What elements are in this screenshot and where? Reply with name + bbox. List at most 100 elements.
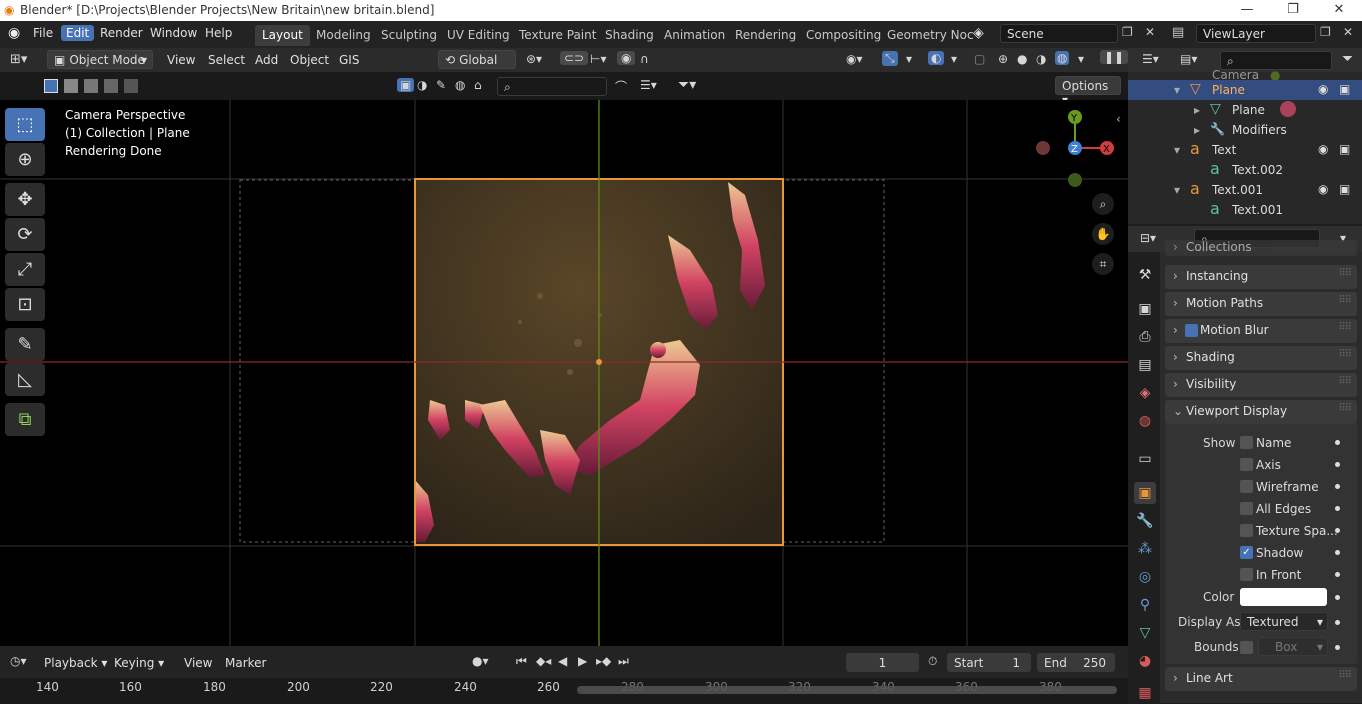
zoom-icon[interactable]: ⌕ <box>1092 193 1114 215</box>
motion-blur-checkbox[interactable] <box>1185 324 1198 337</box>
xray-icon[interactable]: ▢ <box>974 52 985 66</box>
shading-material-icon[interactable]: ◑ <box>1036 52 1046 66</box>
pivot-icon[interactable]: ⊛▾ <box>526 52 542 66</box>
3d-viewport[interactable]: Y Z X Camera Perspective (1) Collection … <box>0 100 1128 646</box>
menu-marker[interactable]: Marker <box>225 656 266 670</box>
tab-output-icon[interactable]: ⎙ <box>1134 326 1156 348</box>
select-intersect-icon[interactable] <box>124 79 138 93</box>
outliner-filter-icon[interactable]: ⏷ <box>1342 51 1353 67</box>
tab-physics-icon[interactable]: ◎ <box>1134 566 1156 588</box>
outliner-row-text[interactable]: ▾ a Text ◉ ▣ <box>1128 139 1362 160</box>
tab-uv-editing[interactable]: UV Editing <box>440 25 517 46</box>
delete-viewlayer-icon[interactable]: ✕ <box>1343 25 1353 39</box>
tab-material-icon[interactable]: ◕ <box>1134 650 1156 672</box>
timeline-editor-icon[interactable]: ◷▾ <box>10 654 27 668</box>
proportional-edit-icon[interactable]: ◉ <box>617 51 636 65</box>
tab-modifiers-icon[interactable]: 🔧 <box>1134 510 1156 532</box>
filter-scene-icon[interactable]: ⌂ <box>474 78 482 92</box>
tool-move[interactable]: ✥ <box>5 183 45 216</box>
new-scene-icon[interactable]: ❐ <box>1122 25 1133 39</box>
menu-window[interactable]: Window <box>150 26 197 40</box>
filter-icon[interactable]: ⏷▾ <box>678 77 696 93</box>
menu-help[interactable]: Help <box>205 26 232 40</box>
tab-render-icon[interactable]: ▣ <box>1134 298 1156 320</box>
panel-shading[interactable]: › Shading ⠿⠿ <box>1165 346 1357 370</box>
options-dropdown[interactable]: Options ▾ <box>1055 76 1121 107</box>
menu-add[interactable]: Add <box>255 53 278 67</box>
tab-collection-icon[interactable]: ▭ <box>1134 448 1156 470</box>
shading-dropdown-icon[interactable]: ▾ <box>1078 52 1084 66</box>
tab-view-layer-icon[interactable]: ▤ <box>1134 354 1156 376</box>
collapse-arrow-icon[interactable]: ▾ <box>1174 143 1180 157</box>
expand-arrow-icon[interactable]: ▸ <box>1194 123 1200 137</box>
color-swatch[interactable] <box>1240 588 1327 606</box>
keyframe-dot-icon[interactable] <box>1335 620 1340 625</box>
tool-annotate[interactable]: ✎ <box>5 328 45 361</box>
panel-motion-blur[interactable]: › Motion Blur ⠿⠿ <box>1165 319 1357 343</box>
drag-handle-icon[interactable]: ⠿⠿ <box>1338 403 1352 414</box>
render-camera-icon[interactable]: ▣ <box>1339 182 1350 196</box>
tab-compositing[interactable]: Compositing <box>799 25 888 46</box>
viewport-search-input[interactable]: ⌕ <box>497 77 607 96</box>
select-invert-icon[interactable] <box>104 79 118 93</box>
play-reverse-icon[interactable]: ◀ <box>558 654 567 668</box>
panel-visibility[interactable]: › Visibility ⠿⠿ <box>1165 373 1357 397</box>
panel-collections[interactable]: › Collections <box>1165 240 1357 256</box>
tab-world-icon[interactable]: ◍ <box>1134 410 1156 432</box>
filter-mode-icon[interactable]: ▣ <box>397 78 415 92</box>
eye-icon[interactable]: ◉ <box>1318 82 1328 96</box>
transform-orientation-dropdown[interactable]: ⟲ Global <box>438 50 516 69</box>
outliner-row-modifiers[interactable]: ▸ 🔧 Modifiers <box>1128 120 1362 140</box>
keyframe-dot-icon[interactable] <box>1335 550 1340 555</box>
expand-arrow-icon[interactable]: ▸ <box>1194 103 1200 117</box>
tool-scale[interactable]: ⤢ <box>5 253 45 286</box>
keyframe-dot-icon[interactable] <box>1335 645 1340 650</box>
tab-texture-paint[interactable]: Texture Paint <box>512 25 603 46</box>
gizmo-neg-x-axis[interactable] <box>1036 141 1050 155</box>
viewlayer-selector[interactable]: ViewLayer <box>1196 24 1316 43</box>
drag-handle-icon[interactable]: ⠿⠿ <box>1338 322 1352 333</box>
close-button[interactable]: ✕ <box>1316 0 1362 21</box>
maximize-button[interactable]: ❐ <box>1270 0 1316 21</box>
minimize-button[interactable]: — <box>1224 0 1270 21</box>
end-frame-field[interactable]: End 250 <box>1037 653 1115 672</box>
bounds-type-dropdown[interactable]: Box ▾ <box>1258 637 1328 656</box>
panel-instancing[interactable]: › Instancing ⠿⠿ <box>1165 265 1357 289</box>
new-viewlayer-icon[interactable]: ❐ <box>1320 25 1331 39</box>
start-frame-field[interactable]: Start 1 <box>947 653 1031 672</box>
menu-select[interactable]: Select <box>208 53 245 67</box>
select-extend-icon[interactable] <box>64 79 78 93</box>
tab-geometry-nodes[interactable]: Geometry Noc <box>880 25 981 46</box>
tab-object-icon[interactable]: ▣ <box>1134 482 1156 504</box>
tab-sculpting[interactable]: Sculpting <box>374 25 444 46</box>
select-new-icon[interactable] <box>44 79 58 93</box>
pan-hand-icon[interactable]: ✋ <box>1092 223 1114 245</box>
tab-modeling[interactable]: Modeling <box>309 25 378 46</box>
list-view-icon[interactable]: ☰▾ <box>640 78 657 92</box>
sidebar-toggle-icon[interactable]: ‹ <box>1116 112 1121 126</box>
pause-render-icon[interactable]: ❚❚ <box>1100 50 1129 64</box>
outliner-editor-icon[interactable]: ☰▾ <box>1142 52 1159 66</box>
editor-type-icon[interactable]: ⊞▾ <box>10 52 27 67</box>
current-frame-field[interactable]: 1 <box>846 653 919 672</box>
menu-keying[interactable]: Keying ▾ <box>114 656 164 670</box>
outliner-row-text-001[interactable]: ▾ a Text.001 ◉ ▣ <box>1128 179 1362 200</box>
delete-scene-icon[interactable]: ✕ <box>1145 25 1155 39</box>
menu-edit[interactable]: Edit <box>61 25 95 41</box>
jump-start-icon[interactable]: ⏮ <box>516 654 527 669</box>
camera-view-icon[interactable]: ⌗ <box>1092 253 1114 275</box>
tab-texture-icon[interactable]: ▦ <box>1134 682 1156 704</box>
tool-transform[interactable]: ⊡ <box>5 288 45 321</box>
filter-material-icon[interactable]: ◑ <box>417 78 427 92</box>
menu-playback[interactable]: Playback ▾ <box>44 656 107 670</box>
collapse-arrow-icon[interactable]: ▾ <box>1174 83 1180 97</box>
tab-scene-icon[interactable]: ◈ <box>1134 382 1156 404</box>
outliner-row-text-001-data[interactable]: a Text.001 <box>1128 199 1362 220</box>
navigation-gizmo[interactable]: Y Z X <box>1036 110 1114 187</box>
panel-viewport-display[interactable]: ⌄ Viewport Display ⠿⠿ <box>1165 400 1357 424</box>
keyframe-dot-icon[interactable] <box>1335 440 1340 445</box>
viewlayer-icon[interactable]: ▤ <box>1172 25 1184 40</box>
panel-motion-paths[interactable]: › Motion Paths ⠿⠿ <box>1165 292 1357 316</box>
menu-render[interactable]: Render <box>100 26 143 40</box>
keyframe-dot-icon[interactable] <box>1335 484 1340 489</box>
